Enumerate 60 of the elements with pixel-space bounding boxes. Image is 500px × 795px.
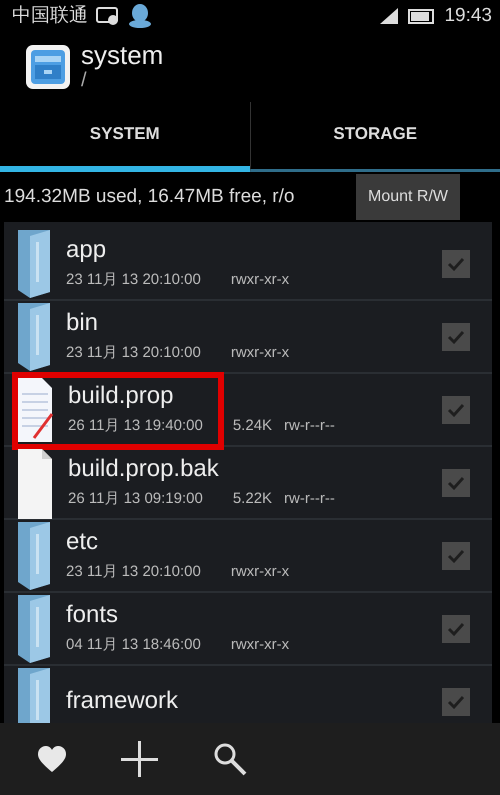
file-name: build.prop.bak: [68, 454, 220, 484]
add-icon: [121, 740, 158, 778]
file-name: etc: [66, 528, 100, 557]
tab[interactable]: STORAGE: [250, 102, 500, 172]
search-icon: [213, 742, 247, 776]
modified-date: 23 11月 13 20:10:00: [66, 342, 201, 363]
checkbox[interactable]: [442, 396, 470, 424]
search-button[interactable]: [213, 742, 247, 776]
check-icon: [447, 548, 465, 564]
mount-button[interactable]: Mount R/W: [356, 174, 460, 220]
checkbox[interactable]: [442, 250, 470, 278]
checkbox[interactable]: [442, 614, 470, 642]
check-icon: [447, 620, 465, 636]
add-button[interactable]: [121, 740, 158, 778]
check-icon: [447, 256, 465, 272]
favorite-button[interactable]: [38, 746, 66, 772]
checkbox[interactable]: [442, 322, 470, 350]
file-name: fonts: [66, 600, 120, 630]
modified-date: 26 11月 13 09:19:00: [68, 488, 203, 509]
permissions: rwxr-xr-x: [230, 634, 290, 655]
carrier-name: 中国联通: [12, 4, 88, 28]
tab[interactable]: SYSTEM: [0, 102, 250, 172]
modified-date: 26 11月 13 19:40:00: [68, 416, 203, 436]
permissions: rw-r--r--: [284, 488, 335, 509]
check-icon: [447, 402, 465, 418]
folder-icon: [16, 666, 52, 723]
modified-date: 23 11月 13 20:10:00: [66, 562, 201, 582]
checkbox[interactable]: [442, 688, 470, 716]
folder-icon: [16, 520, 52, 592]
current-path: /: [81, 69, 87, 92]
signal-icon: [378, 6, 400, 26]
permissions: rw-r--r--: [284, 416, 335, 436]
favorite-icon: [38, 746, 66, 772]
file-name: app: [66, 236, 108, 265]
permissions: rwxr-xr-x: [230, 562, 290, 582]
check-icon: [447, 328, 465, 344]
modified-date: 04 11月 13 18:46:00: [66, 634, 201, 655]
folder-icon: [16, 228, 52, 300]
check-icon: [447, 474, 465, 490]
storage-info: 194.32MB used, 16.47MB free, r/o: [4, 184, 294, 209]
file-size: 5.22K: [232, 488, 272, 509]
app-icon: [25, 44, 71, 90]
permissions: rwxr-xr-x: [230, 270, 290, 290]
file-size: 5.24K: [232, 416, 272, 436]
folder-icon: [16, 300, 52, 372]
modified-date: 23 11月 13 20:10:00: [66, 270, 201, 290]
notification-icon: [96, 5, 120, 27]
document-icon: [16, 376, 54, 444]
checkbox[interactable]: [442, 542, 470, 570]
screen-title: system: [81, 42, 164, 68]
file-name: build.prop: [68, 382, 174, 411]
clock-time: 19:43: [444, 4, 492, 28]
permissions: rwxr-xr-x: [230, 342, 290, 363]
battery-icon: [408, 6, 436, 26]
checkbox[interactable]: [442, 468, 470, 496]
check-icon: [447, 694, 465, 710]
folder-icon: [16, 592, 52, 664]
file-icon: [16, 446, 54, 518]
file-name: bin: [66, 308, 100, 338]
file-name: framework: [66, 687, 180, 716]
